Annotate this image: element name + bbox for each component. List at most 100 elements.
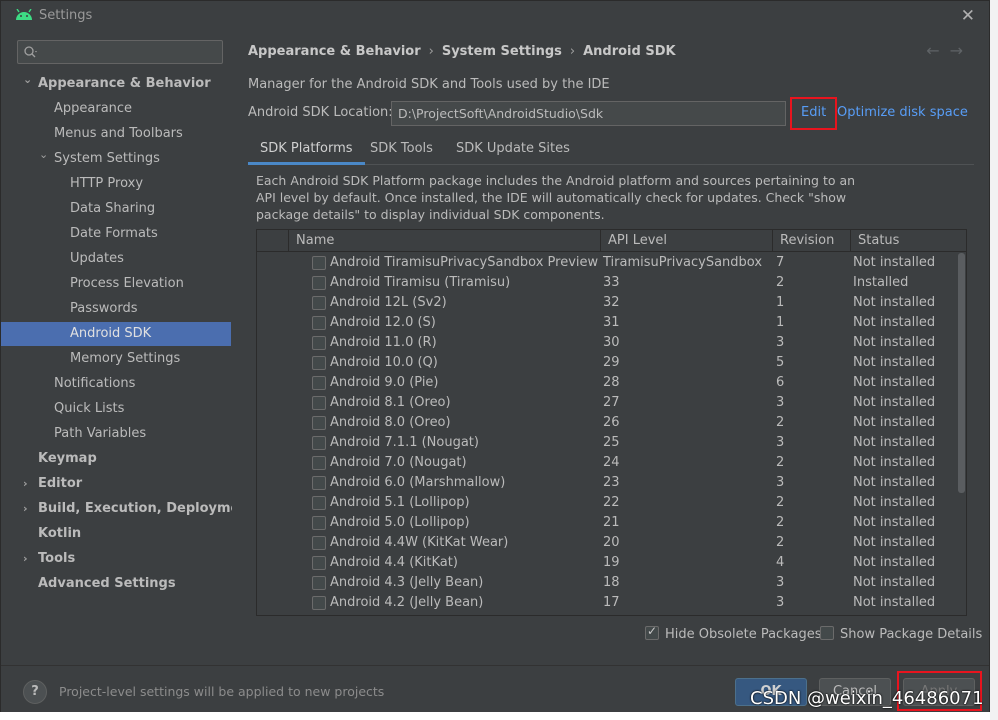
sidebar-item[interactable]: Appearance: [1, 97, 231, 121]
row-checkbox[interactable]: [312, 396, 326, 410]
table-row[interactable]: Android 4.2 (Jelly Bean) 17 3 Not installed: [257, 593, 957, 613]
edit-link[interactable]: Edit: [801, 105, 826, 120]
forward-arrow-icon[interactable]: →: [950, 41, 973, 60]
row-checkbox[interactable]: [312, 516, 326, 530]
table-row[interactable]: Android 4.3 (Jelly Bean) 18 3 Not installed: [257, 573, 957, 593]
sidebar-item[interactable]: ⌄ Appearance & Behavior: [1, 72, 231, 96]
sidebar-item[interactable]: Menus and Toolbars: [1, 122, 231, 146]
row-checkbox[interactable]: [312, 296, 326, 310]
sidebar-item[interactable]: Data Sharing: [1, 197, 231, 221]
sdk-location-field[interactable]: D:\ProjectSoft\AndroidStudio\Sdk: [391, 101, 786, 126]
row-checkbox[interactable]: [312, 276, 326, 290]
title-bar[interactable]: Settings ✕: [1, 1, 989, 31]
column-header-api-level[interactable]: API Level: [600, 230, 772, 252]
row-checkbox[interactable]: [312, 416, 326, 430]
sidebar-item[interactable]: Keymap: [1, 447, 231, 471]
sidebar-item[interactable]: Memory Settings: [1, 347, 231, 371]
column-header-name[interactable]: Name: [288, 230, 600, 252]
sidebar-item[interactable]: › Tools: [1, 547, 231, 571]
row-checkbox[interactable]: [312, 336, 326, 350]
cell-revision: 1: [776, 295, 785, 310]
sidebar-item[interactable]: ⌄ System Settings: [1, 147, 231, 171]
close-icon[interactable]: ✕: [961, 6, 975, 26]
row-checkbox[interactable]: [312, 576, 326, 590]
sidebar-item[interactable]: Process Elevation: [1, 272, 231, 296]
settings-search-input[interactable]: [17, 40, 223, 64]
table-row[interactable]: Android 4.4W (KitKat Wear) 20 2 Not install…: [257, 533, 957, 553]
optimize-disk-space-link[interactable]: Optimize disk space: [837, 105, 968, 120]
table-row[interactable]: Android 9.0 (Pie) 28 6 Not installed: [257, 373, 957, 393]
chevron-right-icon[interactable]: ›: [23, 497, 28, 521]
show-package-details-checkbox[interactable]: Show Package Details: [820, 626, 982, 642]
sdk-platforms-panel: Each Android SDK Platform package includ…: [248, 165, 982, 665]
cell-status: Not installed: [853, 395, 936, 410]
table-row[interactable]: Android 5.0 (Lollipop) 21 2 Not installed: [257, 513, 957, 533]
table-row[interactable]: Android 4.4 (KitKat) 19 4 Not installed: [257, 553, 957, 573]
table-scrollbar[interactable]: [957, 253, 966, 615]
row-checkbox[interactable]: [312, 476, 326, 490]
sidebar-item[interactable]: Path Variables: [1, 422, 231, 446]
tab-sdk-tools[interactable]: SDK Tools: [358, 135, 445, 165]
table-row[interactable]: Android 7.1.1 (Nougat) 25 3 Not installed: [257, 433, 957, 453]
sidebar-item[interactable]: Advanced Settings: [1, 572, 231, 596]
table-row[interactable]: Android 8.0 (Oreo) 26 2 Not installed: [257, 413, 957, 433]
row-checkbox[interactable]: [312, 536, 326, 550]
table-row[interactable]: Android 7.0 (Nougat) 24 2 Not installed: [257, 453, 957, 473]
checkbox-checked-icon[interactable]: [645, 624, 659, 640]
table-row[interactable]: Android 8.1 (Oreo) 27 3 Not installed: [257, 393, 957, 413]
cell-revision: 6: [776, 375, 785, 390]
sidebar-item[interactable]: Passwords: [1, 297, 231, 321]
table-row[interactable]: Android Tiramisu (Tiramisu) 33 2 Installed: [257, 273, 957, 293]
chevron-down-icon[interactable]: ⌄: [39, 143, 48, 167]
back-arrow-icon[interactable]: ←: [926, 41, 949, 60]
cell-name: Android 8.0 (Oreo): [330, 415, 451, 430]
sidebar-item-label: Quick Lists: [54, 401, 125, 416]
row-checkbox[interactable]: [312, 256, 326, 270]
cell-api-level: 22: [603, 495, 620, 510]
table-row[interactable]: Android TiramisuPrivacySandbox Preview Ti…: [257, 253, 957, 273]
sidebar-item[interactable]: Quick Lists: [1, 397, 231, 421]
row-checkbox[interactable]: [312, 436, 326, 450]
sidebar-item[interactable]: › Editor: [1, 472, 231, 496]
tab-sdk-update-sites[interactable]: SDK Update Sites: [444, 135, 582, 165]
row-checkbox[interactable]: [312, 496, 326, 510]
cell-status: Not installed: [853, 435, 936, 450]
row-checkbox[interactable]: [312, 556, 326, 570]
sidebar-item[interactable]: Date Formats: [1, 222, 231, 246]
column-header-revision[interactable]: Revision: [772, 230, 850, 252]
table-row[interactable]: Android 12L (Sv2) 32 1 Not installed: [257, 293, 957, 313]
row-checkbox[interactable]: [312, 316, 326, 330]
hide-obsolete-checkbox[interactable]: Hide Obsolete Packages: [645, 624, 821, 642]
table-row[interactable]: Android 6.0 (Marshmallow) 23 3 Not installe…: [257, 473, 957, 493]
tab-sdk-platforms[interactable]: SDK Platforms: [248, 135, 365, 165]
chevron-right-icon[interactable]: ›: [23, 547, 28, 571]
help-button[interactable]: ?: [23, 680, 47, 704]
sidebar-item[interactable]: › Build, Execution, Deployment: [1, 497, 255, 521]
table-row[interactable]: Android 12.0 (S) 31 1 Not installed: [257, 313, 957, 333]
cell-status: Not installed: [853, 315, 936, 330]
sidebar-item-label: Passwords: [70, 301, 138, 316]
scrollbar-thumb[interactable]: [958, 253, 965, 493]
column-header-status[interactable]: Status: [850, 230, 958, 252]
sidebar-item[interactable]: Notifications: [1, 372, 231, 396]
sidebar-item[interactable]: Updates: [1, 247, 231, 271]
cell-name: Android 5.0 (Lollipop): [330, 515, 470, 530]
table-row[interactable]: Android 10.0 (Q) 29 5 Not installed: [257, 353, 957, 373]
table-row[interactable]: Android 11.0 (R) 30 3 Not installed: [257, 333, 957, 353]
cell-name: Android 7.0 (Nougat): [330, 455, 467, 470]
sidebar-item[interactable]: HTTP Proxy: [1, 172, 231, 196]
cell-api-level: 25: [603, 435, 620, 450]
row-checkbox[interactable]: [312, 356, 326, 370]
row-checkbox[interactable]: [312, 596, 326, 610]
cell-name: Android 4.4 (KitKat): [330, 555, 458, 570]
sidebar-item[interactable]: Kotlin: [1, 522, 231, 546]
row-checkbox[interactable]: [312, 376, 326, 390]
chevron-right-icon[interactable]: ›: [23, 472, 28, 496]
sidebar-item[interactable]: Android SDK: [1, 322, 231, 346]
checkbox-unchecked-icon[interactable]: [820, 626, 834, 640]
table-row[interactable]: Android 5.1 (Lollipop) 22 2 Not installed: [257, 493, 957, 513]
cell-api-level: 21: [603, 515, 620, 530]
breadcrumb-item: System Settings: [441, 44, 562, 59]
row-checkbox[interactable]: [312, 456, 326, 470]
chevron-down-icon[interactable]: ⌄: [23, 68, 32, 92]
